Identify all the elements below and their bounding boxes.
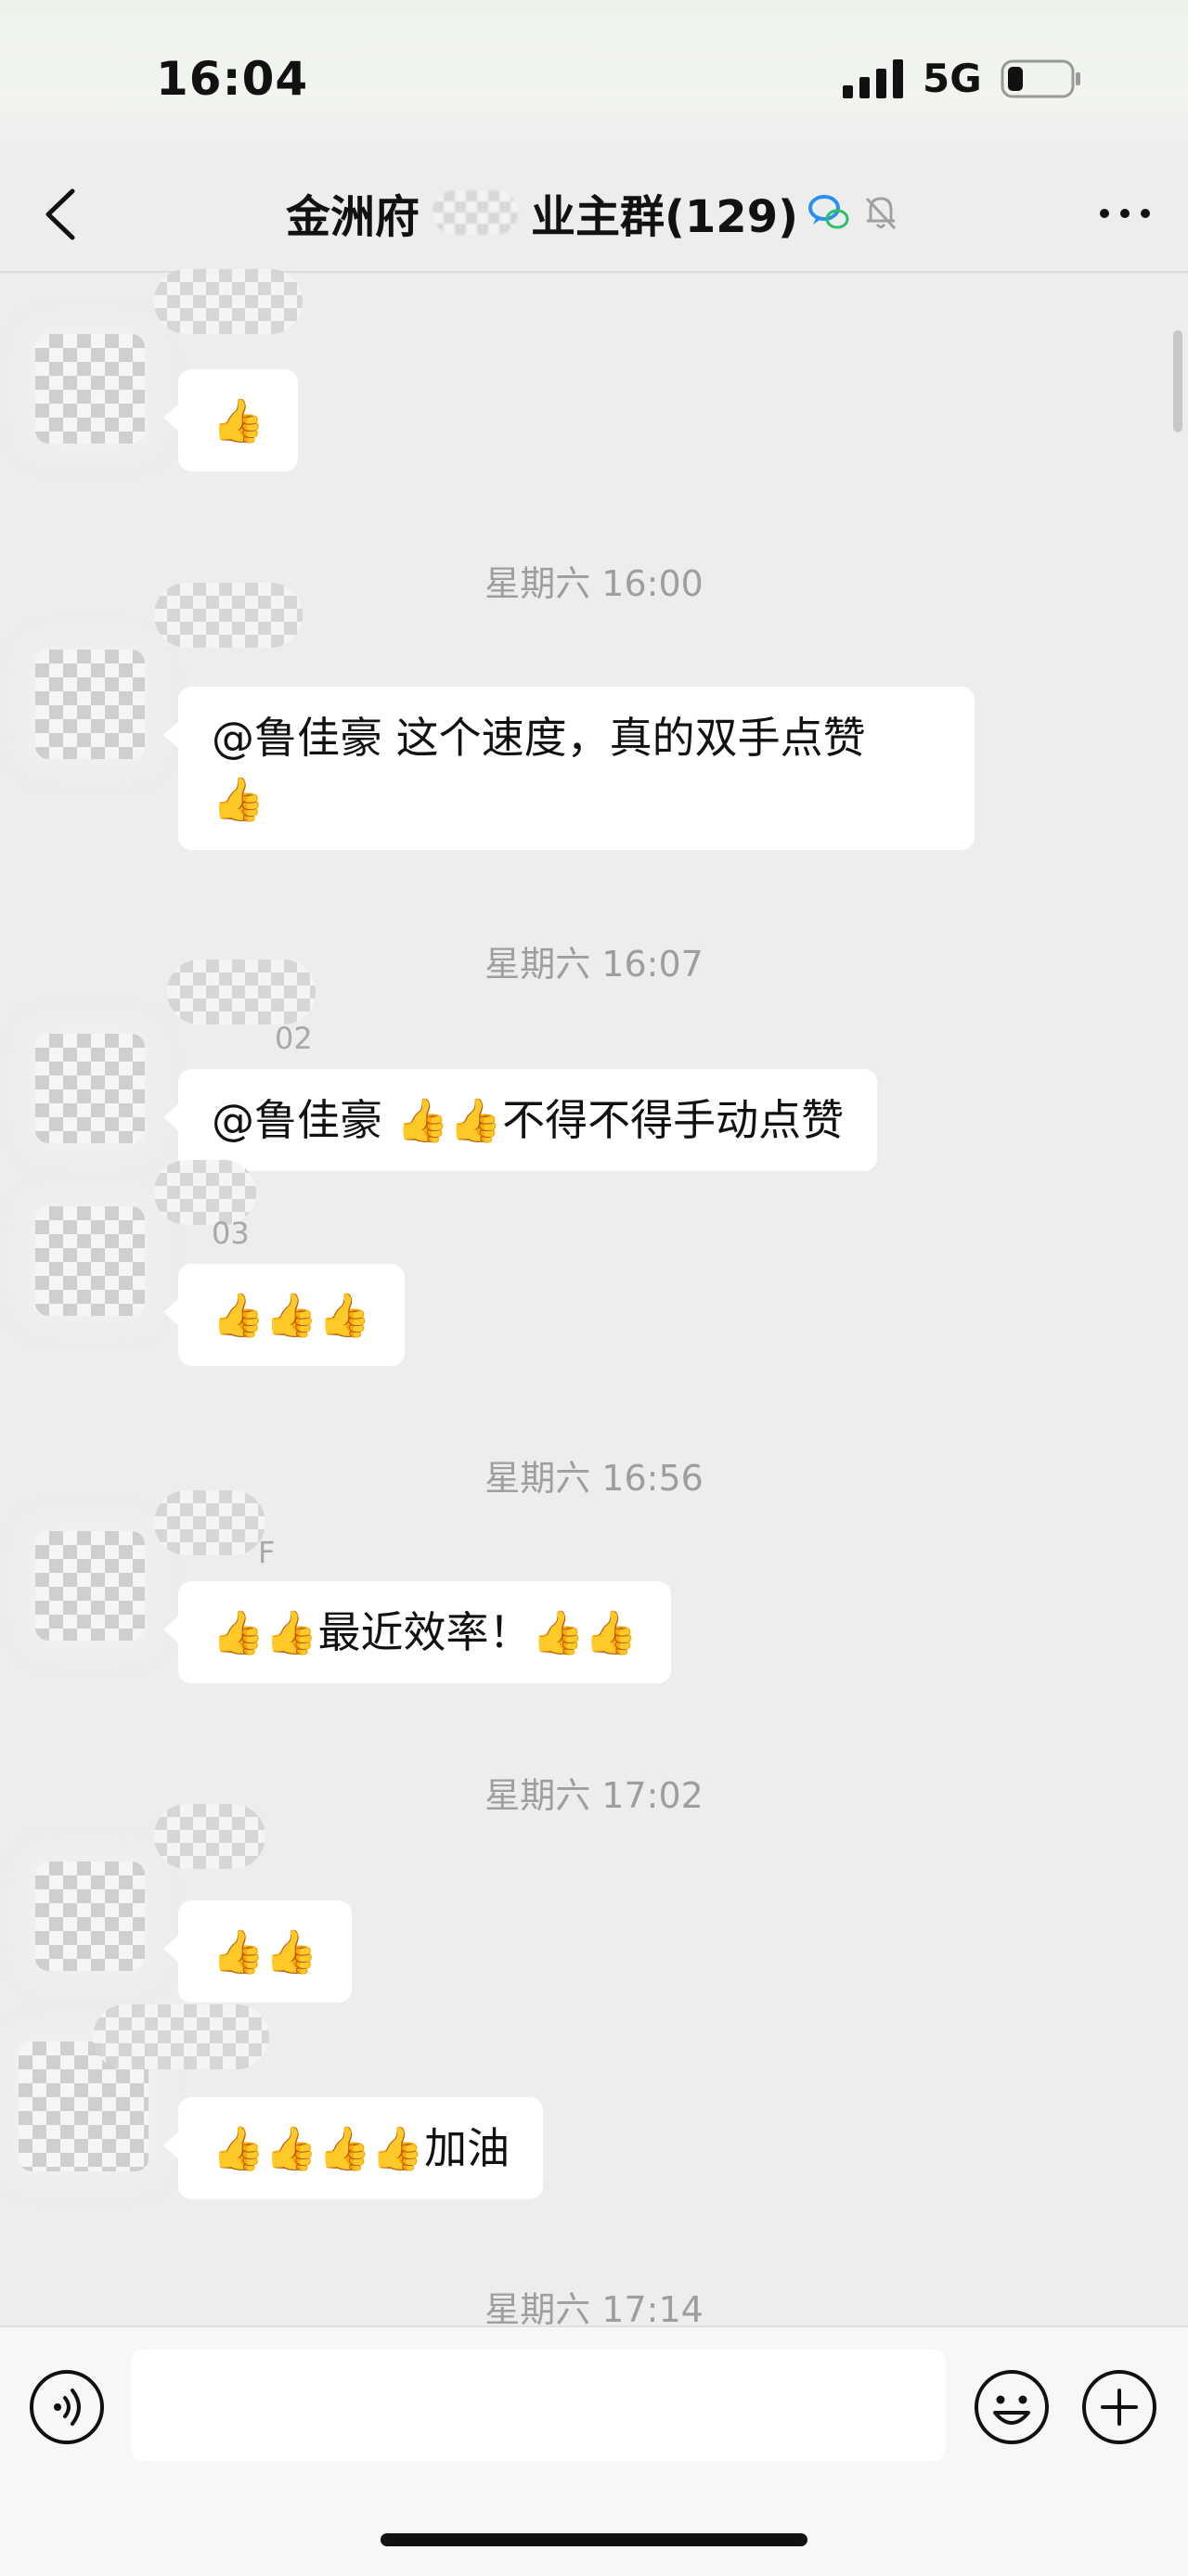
- signal-icon: [843, 59, 903, 98]
- avatar[interactable]: [35, 1861, 145, 1971]
- message-bubble[interactable]: 👍👍👍👍加油: [162, 2097, 544, 2199]
- sender-name-redacted: [154, 1804, 265, 1869]
- sender-name-fragment: F: [258, 1535, 276, 1570]
- sender-name-redacted: [154, 1490, 265, 1555]
- sender-name-redacted: [167, 960, 316, 1024]
- title-prefix: 金洲府: [285, 191, 420, 243]
- status-bar: 16:04 5G: [0, 0, 1188, 158]
- avatar[interactable]: [35, 334, 145, 444]
- sender-name-redacted: [154, 583, 303, 648]
- sender-name-redacted: [93, 2004, 269, 2069]
- message-bubble[interactable]: @鲁佳豪 这个速度，真的双手点赞 👍: [163, 687, 975, 850]
- chat-title[interactable]: 金洲府 业主群(129): [0, 180, 1188, 245]
- home-indicator[interactable]: [381, 2533, 807, 2546]
- voice-icon[interactable]: [28, 2368, 106, 2446]
- more-dots-icon[interactable]: [1095, 195, 1155, 232]
- sender-name-fragment: 02: [275, 1021, 313, 1056]
- avatar[interactable]: [35, 1206, 145, 1316]
- status-time: 16:04: [156, 52, 309, 106]
- message-bubble[interactable]: 👍👍: [163, 1900, 352, 2003]
- battery-icon: [1001, 59, 1080, 98]
- avatar[interactable]: [35, 650, 145, 759]
- sender-name-redacted: [154, 269, 303, 334]
- emoji-icon[interactable]: [973, 2368, 1051, 2446]
- message-bubble[interactable]: 👍👍👍: [163, 1264, 405, 1366]
- message-input[interactable]: [132, 2350, 945, 2461]
- nav-bar: 金洲府 业主群(129): [0, 158, 1188, 273]
- scrollbar[interactable]: [1173, 330, 1182, 432]
- timestamp: 星期六 17:14: [484, 2289, 704, 2330]
- sender-name-fragment: 03: [212, 1216, 250, 1251]
- network-label: 5G: [923, 56, 982, 101]
- plus-icon[interactable]: [1080, 2368, 1158, 2446]
- avatar[interactable]: [35, 1034, 145, 1143]
- message-bubble[interactable]: @鲁佳豪 👍👍不得不得手动点赞: [162, 1069, 878, 1171]
- chat-bubbles-icon: [808, 195, 849, 229]
- title-suffix: 业主群(129): [530, 191, 799, 243]
- avatar[interactable]: [35, 1531, 145, 1641]
- message-bubble[interactable]: 👍👍最近效率！👍👍: [162, 1581, 672, 1683]
- message-bubble[interactable]: 👍: [162, 369, 299, 471]
- bell-muted-icon: [865, 197, 897, 230]
- redacted-mosaic: [432, 190, 518, 235]
